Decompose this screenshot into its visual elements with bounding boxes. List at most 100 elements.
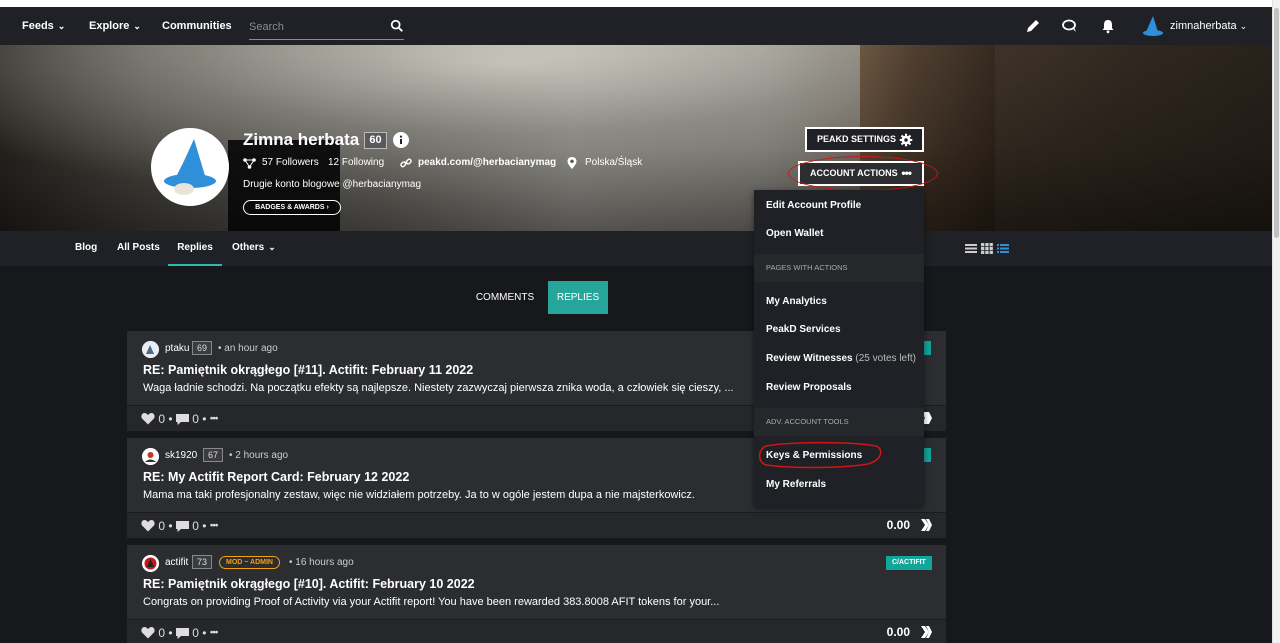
separator-dot: • [168,625,173,640]
heart-icon[interactable] [141,412,155,425]
tab-replies[interactable]: Replies [168,231,222,266]
more-dots-icon[interactable]: ••• [210,627,218,638]
peakd-settings-button[interactable]: PEAKD SETTINGS [805,127,924,152]
like-count: 0 [158,518,166,533]
post-title[interactable]: RE: My Actifit Report Card: February 12 … [143,470,409,484]
post-actions: 0 • 0 • ••• [141,625,218,641]
community-tag[interactable] [924,341,931,355]
chevron-down-icon: ⌄ [1239,21,1248,31]
location-pin-icon [567,157,577,169]
post-payout[interactable]: 0.00 [887,625,910,639]
post-footer: 0 • 0 • ••• 0.00 [127,512,946,538]
scrollbar-thumb[interactable] [1274,8,1279,238]
post-footer: 0 • 0 • ••• 0.00 [127,619,946,643]
following-link[interactable]: 12 Following [328,157,384,168]
post-excerpt[interactable]: Waga ładnie schodzi. Na początku efekty … [143,382,753,394]
post-card[interactable]: actifit 73 MOD ~ ADMIN • 16 hours ago C/… [127,545,946,622]
page-scrollbar[interactable] [1272,0,1280,643]
menu-item-open-wallet[interactable]: Open Wallet [754,220,924,248]
subtab-comments[interactable]: COMMENTS [470,281,540,314]
user-avatar[interactable] [1141,15,1165,39]
separator-dot: • [202,625,207,640]
tab-others[interactable]: Others ⌄ [232,231,276,266]
annotation-circle [788,156,938,191]
nav-feeds-label: Feeds [22,20,54,32]
comment-icon[interactable] [175,627,189,639]
search-box [249,16,404,40]
subtab-replies[interactable]: REPLIES [548,281,608,314]
community-tag[interactable]: C/ACTIFIT [886,556,932,570]
author-name[interactable]: sk1920 [165,450,197,461]
heart-icon[interactable] [141,519,155,532]
badges-awards-button[interactable]: BADGES & AWARDS › [243,200,341,215]
author-name[interactable]: actifit [165,557,188,568]
website-link[interactable]: peakd.com/@herbacianymag [418,157,556,168]
profile-bio: Drugie konto blogowe @herbacianymag [243,179,422,190]
nav-feeds[interactable]: Feeds ⌄ [22,7,65,45]
post-title[interactable]: RE: Pamiętnik okrągłego [#10]. Actifit: … [143,577,475,591]
post-excerpt[interactable]: Mama ma taki profesjonalny zestaw, więc … [143,489,753,501]
hive-icon [921,626,932,638]
menu-item-my-referrals[interactable]: My Referrals [754,471,924,499]
menu-item-edit-profile[interactable]: Edit Account Profile [754,192,924,220]
gear-icon [899,133,913,147]
search-icon[interactable] [390,19,404,33]
post-time[interactable]: • an hour ago [218,343,278,354]
peakd-settings-label: PEAKD SETTINGS [817,134,897,144]
separator-dot: • [202,411,207,426]
nav-explore[interactable]: Explore ⌄ [89,7,141,45]
profile-name: Zimna herbata [243,130,360,149]
like-count: 0 [158,411,166,426]
comment-icon[interactable] [175,413,189,425]
post-payout[interactable]: 0.00 [887,518,910,532]
author-avatar[interactable] [142,555,159,572]
menu-item-my-analytics[interactable]: My Analytics [754,288,924,316]
role-badge: MOD ~ ADMIN [219,556,280,569]
author-reputation: 69 [192,341,212,355]
profile-tabs: Blog All Posts Replies Others ⌄ [0,231,1272,266]
more-dots-icon[interactable]: ••• [210,413,218,424]
post-time[interactable]: • 2 hours ago [229,450,288,461]
community-tag[interactable] [924,448,931,462]
separator-dot: • [168,411,173,426]
author-avatar[interactable] [142,341,159,358]
followers-link[interactable]: 57 Followers [262,157,319,168]
user-menu[interactable]: zimnaherbata ⌄ [1170,7,1247,45]
chevron-right-icon: › [326,204,329,211]
search-input[interactable] [249,16,379,38]
badges-awards-label: BADGES & AWARDS [255,204,325,211]
post-time[interactable]: • 16 hours ago [289,557,354,568]
network-icon [243,158,256,169]
nav-communities[interactable]: Communities [162,7,232,45]
post-excerpt[interactable]: Congrats on providing Proof of Activity … [143,596,753,608]
tab-all-posts[interactable]: All Posts [117,231,160,266]
separator-dot: • [202,518,207,533]
nav-explore-label: Explore [89,20,130,32]
post-title[interactable]: RE: Pamiętnik okrągłego [#11]. Actifit: … [143,363,473,377]
menu-item-review-witnesses[interactable]: Review Witnesses (25 votes left) [754,345,924,373]
grid-view-icon[interactable] [981,243,993,254]
bell-icon[interactable] [1100,18,1116,34]
menu-item-peakd-services[interactable]: PeakD Services [754,316,924,344]
profile-avatar[interactable] [151,128,229,206]
pencil-icon[interactable] [1025,18,1041,34]
more-dots-icon[interactable]: ••• [210,520,218,531]
author-avatar[interactable] [142,448,159,465]
menu-section-header: ADV. ACCOUNT TOOLS [754,408,924,436]
separator-dot: • [168,518,173,533]
reputation-badge: 60 [364,132,387,149]
wizard-hat-icon [164,139,216,195]
tab-others-label: Others [232,242,265,253]
comment-icon[interactable] [175,520,189,532]
username-label: zimnaherbata [1170,20,1237,32]
chat-icon[interactable] [1062,18,1078,34]
compact-view-icon[interactable] [997,243,1009,254]
menu-item-review-proposals[interactable]: Review Proposals [754,374,924,402]
heart-icon[interactable] [141,626,155,639]
post-actions: 0 • 0 • ••• [141,411,218,427]
post-actions: 0 • 0 • ••• [141,518,218,534]
tab-blog[interactable]: Blog [75,231,97,266]
info-icon[interactable] [393,132,409,148]
list-view-icon[interactable] [965,243,977,254]
author-name[interactable]: ptaku [165,343,189,354]
